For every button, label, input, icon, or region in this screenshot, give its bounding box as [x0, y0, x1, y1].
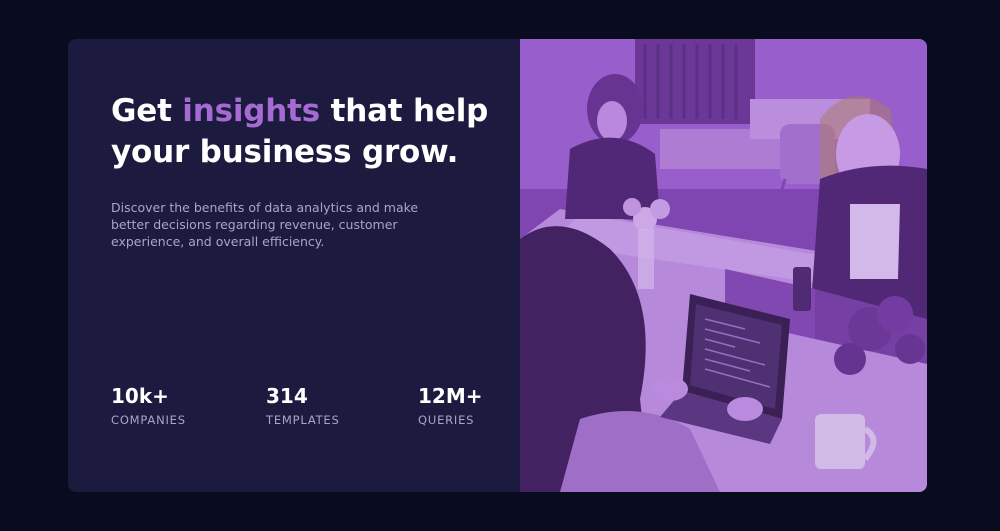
headline: Get insights that help your business gro… [111, 91, 491, 173]
stat-queries: 12M+ QUERIES [418, 383, 483, 427]
card-content: Get insights that help your business gro… [111, 91, 491, 250]
stats-preview-card: Get insights that help your business gro… [68, 39, 927, 492]
stat-templates: 314 TEMPLATES [266, 383, 340, 427]
stat-label: QUERIES [418, 413, 475, 427]
people-working-image [520, 39, 927, 492]
stat-value: 12M+ [418, 384, 483, 408]
headline-before: Get [111, 93, 183, 129]
stats-list: 10k+ COMPANIES 314 TEMPLATES 12M+ QUERIE… [111, 383, 511, 433]
description: Discover the benefits of data analytics … [111, 200, 419, 249]
stat-label: COMPANIES [111, 413, 186, 427]
stat-value: 314 [266, 384, 308, 408]
headline-accent: insights [182, 93, 320, 129]
stat-value: 10k+ [111, 384, 169, 408]
stat-companies: 10k+ COMPANIES [111, 383, 186, 427]
stat-label: TEMPLATES [266, 413, 340, 427]
